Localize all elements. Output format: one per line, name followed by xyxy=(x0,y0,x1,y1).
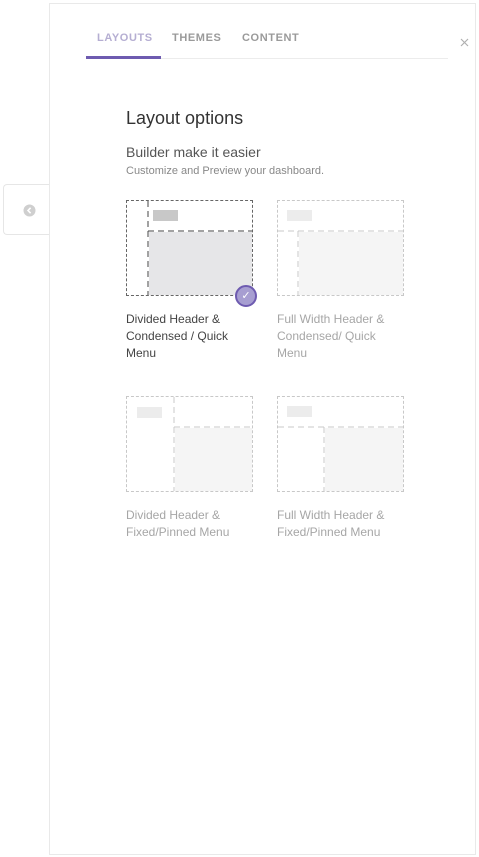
close-icon[interactable] xyxy=(460,38,469,47)
layout-preview-thumbnail xyxy=(277,396,404,492)
layout-option-fullwidth-fixed[interactable]: Full Width Header & Fixed/Pinned Menu xyxy=(277,396,404,541)
layout-preview-thumbnail: ✓ xyxy=(126,200,257,307)
layout-option-label: Full Width Header & Fixed/Pinned Menu xyxy=(277,508,385,539)
layout-option-fullwidth-condensed[interactable]: Full Width Header & Condensed/ Quick Men… xyxy=(277,200,404,362)
layout-preview-thumbnail xyxy=(126,396,253,492)
layout-option-label: Divided Header & Fixed/Pinned Menu xyxy=(126,508,230,539)
page-description: Customize and Preview your dashboard. xyxy=(126,165,325,177)
chevron-left-circle-icon xyxy=(23,204,36,217)
layout-option-divided-condensed[interactable]: ✓ Divided Header & Condensed / Quick Men… xyxy=(126,200,257,362)
layout-option-label: Divided Header & Condensed / Quick Menu xyxy=(126,312,229,360)
layout-settings-panel: LAYOUTS THEMES CONTENT Layout options Bu… xyxy=(49,3,476,855)
tab-bar: LAYOUTS THEMES CONTENT xyxy=(86,4,469,59)
layout-preview-graphic xyxy=(147,201,252,295)
layout-preview-graphic xyxy=(278,210,403,295)
page-subtitle: Builder make it easier xyxy=(126,144,261,160)
layout-preview-graphic xyxy=(137,397,252,491)
layout-preview-graphic xyxy=(278,406,403,491)
tab-content[interactable]: CONTENT xyxy=(242,32,299,44)
selected-check-icon: ✓ xyxy=(235,285,257,307)
page-title: Layout options xyxy=(126,108,244,128)
layout-option-label: Full Width Header & Condensed/ Quick Men… xyxy=(277,312,385,360)
layout-preview-thumbnail xyxy=(277,200,404,296)
tab-themes[interactable]: THEMES xyxy=(172,32,221,44)
layout-option-divided-fixed[interactable]: Divided Header & Fixed/Pinned Menu xyxy=(126,396,253,541)
active-tab-indicator xyxy=(86,56,161,59)
settings-toggle-button[interactable] xyxy=(3,184,49,235)
tab-layouts[interactable]: LAYOUTS xyxy=(97,32,153,44)
